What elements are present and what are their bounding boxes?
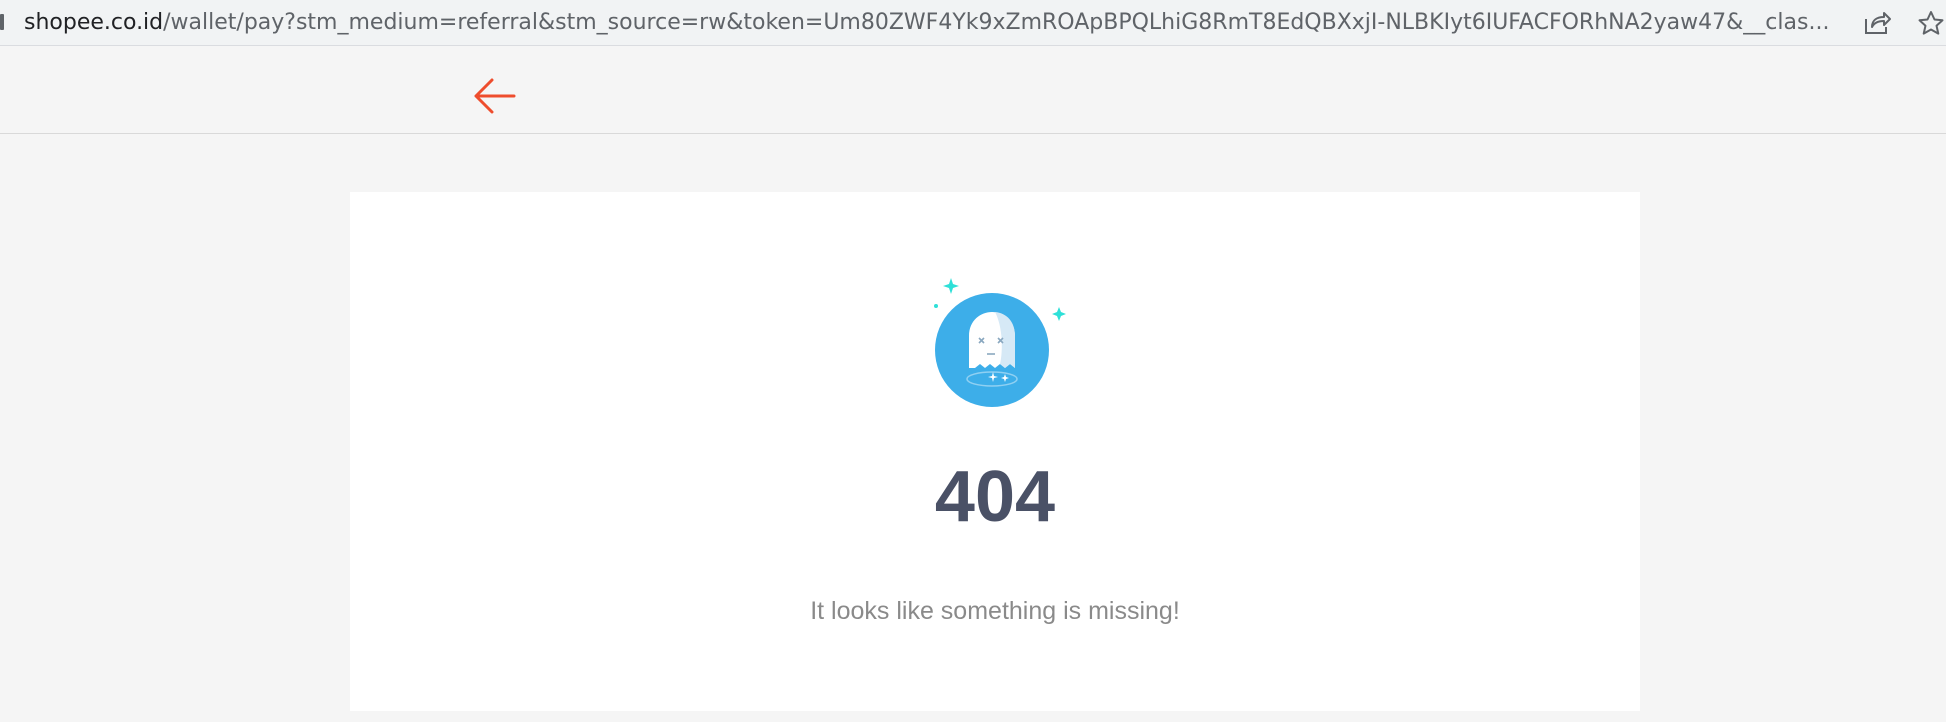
back-arrow-icon[interactable] xyxy=(468,72,520,120)
url-path: /wallet/pay?stm_medium=referral&stm_sour… xyxy=(163,10,1830,35)
share-icon[interactable] xyxy=(1862,9,1892,37)
lock-icon[interactable] xyxy=(0,14,4,30)
page-header xyxy=(0,46,1946,134)
bookmark-star-icon[interactable] xyxy=(1916,9,1946,37)
url-field[interactable]: shopee.co.id/wallet/pay?stm_medium=refer… xyxy=(24,8,1844,38)
ghost-icon xyxy=(934,278,1066,407)
url-host: shopee.co.id xyxy=(24,10,164,35)
browser-address-bar: shopee.co.id/wallet/pay?stm_medium=refer… xyxy=(0,0,1946,46)
error-code: 404 xyxy=(934,457,1056,537)
error-message: It looks like something is missing! xyxy=(810,597,1180,625)
